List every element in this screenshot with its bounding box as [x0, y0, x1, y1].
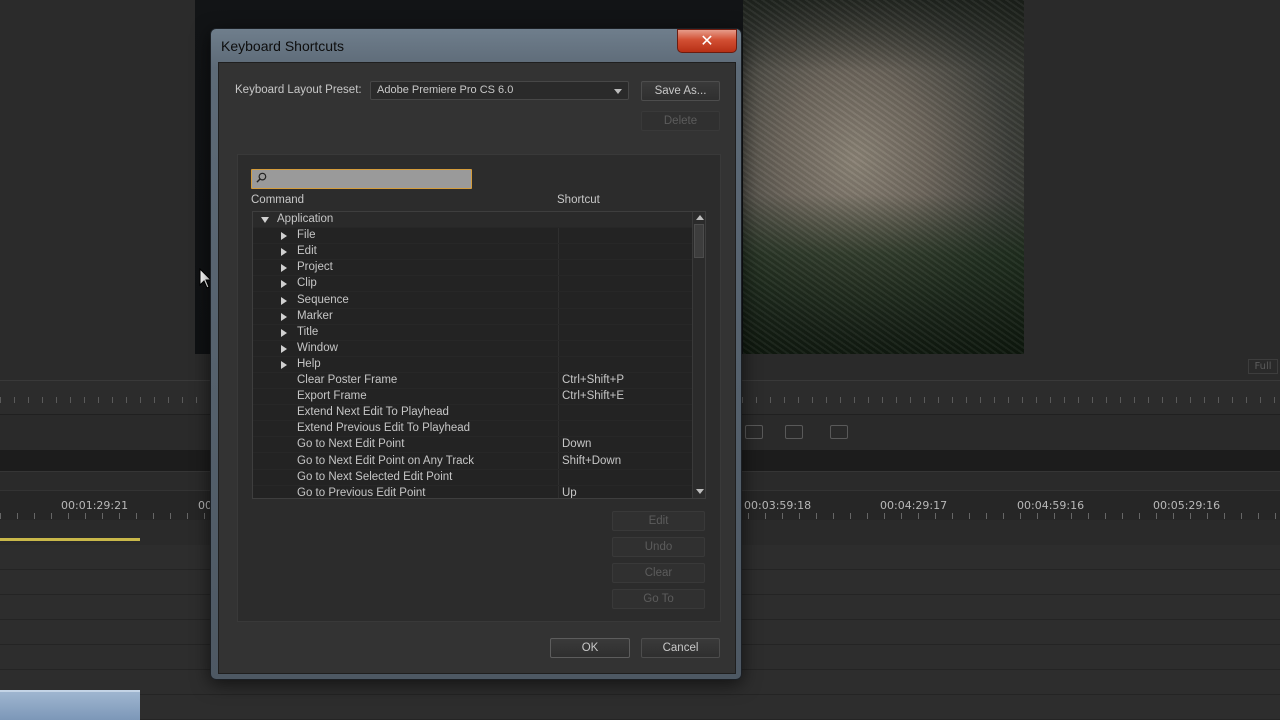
timecode-label: 00:01:29:21 [61, 499, 129, 512]
audio-clip[interactable] [0, 690, 140, 720]
command-label: Title [297, 325, 319, 338]
shortcut-label[interactable]: Shift+Down [562, 455, 621, 467]
expand-triangle-right-icon[interactable] [281, 264, 287, 273]
shortcut-row[interactable]: Go to Next Selected Edit Point [253, 470, 692, 486]
command-label: Go to Next Selected Edit Point [297, 470, 453, 483]
command-label: Go to Next Edit Point [297, 438, 405, 451]
go-to-button[interactable]: Go To [612, 589, 705, 609]
close-button[interactable]: ✕ [677, 29, 737, 53]
shortcut-column-header[interactable]: Shortcut [557, 194, 600, 206]
scroll-thumb[interactable] [694, 224, 704, 258]
lift-icon[interactable] [785, 425, 803, 439]
scroll-down-icon[interactable] [696, 489, 704, 494]
preset-label: Keyboard Layout Preset: [235, 84, 362, 96]
preset-dropdown[interactable]: Adobe Premiere Pro CS 6.0 [370, 81, 629, 100]
command-label: Go to Previous Edit Point [297, 486, 426, 499]
search-icon [256, 172, 267, 183]
shortcut-row[interactable]: Go to Next Edit Point Down [253, 437, 692, 454]
overwrite-icon[interactable] [745, 425, 763, 439]
timecode-label: 00:03:59:18 [744, 499, 812, 512]
shortcuts-list[interactable]: Application File Edit Project Clip Sequence Ma… [252, 211, 706, 499]
timecode-label: 00:04:59:16 [1017, 499, 1085, 512]
expand-triangle-right-icon[interactable] [281, 344, 287, 353]
shortcuts-panel: Command Shortcut Application File Edit Proj… [237, 154, 721, 622]
dialog-title: Keyboard Shortcuts [221, 38, 344, 54]
shortcut-label[interactable]: Ctrl+Shift+P [562, 374, 624, 386]
command-label: Clear Poster Frame [297, 374, 398, 386]
category-row[interactable]: Clip [253, 276, 692, 293]
resolution-dropdown[interactable]: Full [1248, 359, 1278, 374]
expand-triangle-down-icon[interactable] [261, 217, 269, 223]
category-row[interactable]: Window [253, 341, 692, 357]
expand-triangle-right-icon[interactable] [281, 360, 287, 369]
delete-button[interactable]: Delete [641, 111, 720, 131]
category-row[interactable]: Help [253, 357, 692, 373]
category-row[interactable]: Marker [253, 309, 692, 325]
category-row[interactable]: Sequence [253, 293, 692, 309]
expand-triangle-right-icon[interactable] [281, 296, 287, 305]
edit-button[interactable]: Edit [612, 511, 705, 531]
close-icon: ✕ [700, 31, 714, 50]
video-frame [743, 0, 1024, 354]
save-as-button[interactable]: Save As... [641, 81, 720, 101]
command-label: Export Frame [297, 390, 367, 403]
timecode-label: 00:05:29:16 [1153, 499, 1221, 512]
premiere-workspace: Full 00:01:29:21 00 00:03:59:18 00:04:29… [0, 0, 1280, 720]
category-row[interactable]: Project [253, 260, 692, 277]
command-label: Extend Previous Edit To Playhead [297, 422, 471, 435]
expand-triangle-right-icon[interactable] [281, 312, 287, 321]
shortcut-label[interactable]: Up [562, 487, 577, 498]
command-column-header[interactable]: Command [251, 194, 304, 206]
shortcut-row[interactable]: Clear Poster Frame Ctrl+Shift+P [253, 373, 692, 389]
category-row[interactable]: Application [253, 212, 692, 228]
command-label: Extend Next Edit To Playhead [297, 406, 449, 419]
command-label: Go to Next Edit Point on Any Track [297, 454, 475, 467]
command-label: Clip [297, 277, 317, 290]
category-row[interactable]: Title [253, 325, 692, 341]
cancel-button[interactable]: Cancel [641, 638, 720, 658]
expand-triangle-right-icon[interactable] [281, 232, 287, 241]
clear-button[interactable]: Clear [612, 563, 705, 583]
command-label: Marker [297, 309, 333, 322]
shortcut-row[interactable]: Go to Next Edit Point on Any Track Shift+… [253, 454, 692, 470]
source-panel [0, 0, 195, 380]
work-area-bar[interactable] [0, 538, 140, 541]
shortcut-row[interactable]: Extend Next Edit To Playhead [253, 405, 692, 422]
keyboard-shortcuts-dialog: Keyboard Shortcuts ✕ Keyboard Layout Pre… [210, 28, 742, 680]
expand-triangle-right-icon[interactable] [281, 328, 287, 337]
shortcut-label[interactable]: Down [562, 438, 591, 450]
chevron-down-icon [614, 89, 622, 94]
command-label: Sequence [297, 293, 349, 306]
undo-button[interactable]: Undo [612, 537, 705, 557]
expand-triangle-right-icon[interactable] [281, 280, 287, 289]
camera-icon[interactable] [830, 425, 848, 439]
shortcut-row[interactable]: Extend Previous Edit To Playhead [253, 421, 692, 438]
category-row[interactable]: Edit [253, 244, 692, 261]
command-label: File [297, 229, 316, 242]
category-row[interactable]: File [253, 228, 692, 245]
ok-button[interactable]: OK [550, 638, 630, 658]
list-scrollbar[interactable] [692, 212, 705, 498]
shortcut-label[interactable]: Ctrl+Shift+E [562, 390, 624, 402]
preset-value: Adobe Premiere Pro CS 6.0 [377, 84, 514, 96]
command-label: Edit [297, 245, 317, 258]
shortcut-row[interactable]: Go to Previous Edit Point Up [253, 486, 692, 499]
search-field[interactable] [251, 169, 472, 189]
command-label: Project [297, 261, 333, 274]
scroll-up-icon[interactable] [696, 215, 704, 220]
command-label: Help [297, 357, 321, 370]
command-label: Application [277, 213, 334, 225]
timecode-label: 00:04:29:17 [880, 499, 948, 512]
command-label: Window [297, 341, 338, 354]
expand-triangle-right-icon[interactable] [281, 248, 287, 257]
shortcut-row[interactable]: Export Frame Ctrl+Shift+E [253, 389, 692, 406]
dialog-body: Keyboard Layout Preset: Adobe Premiere P… [218, 62, 736, 674]
